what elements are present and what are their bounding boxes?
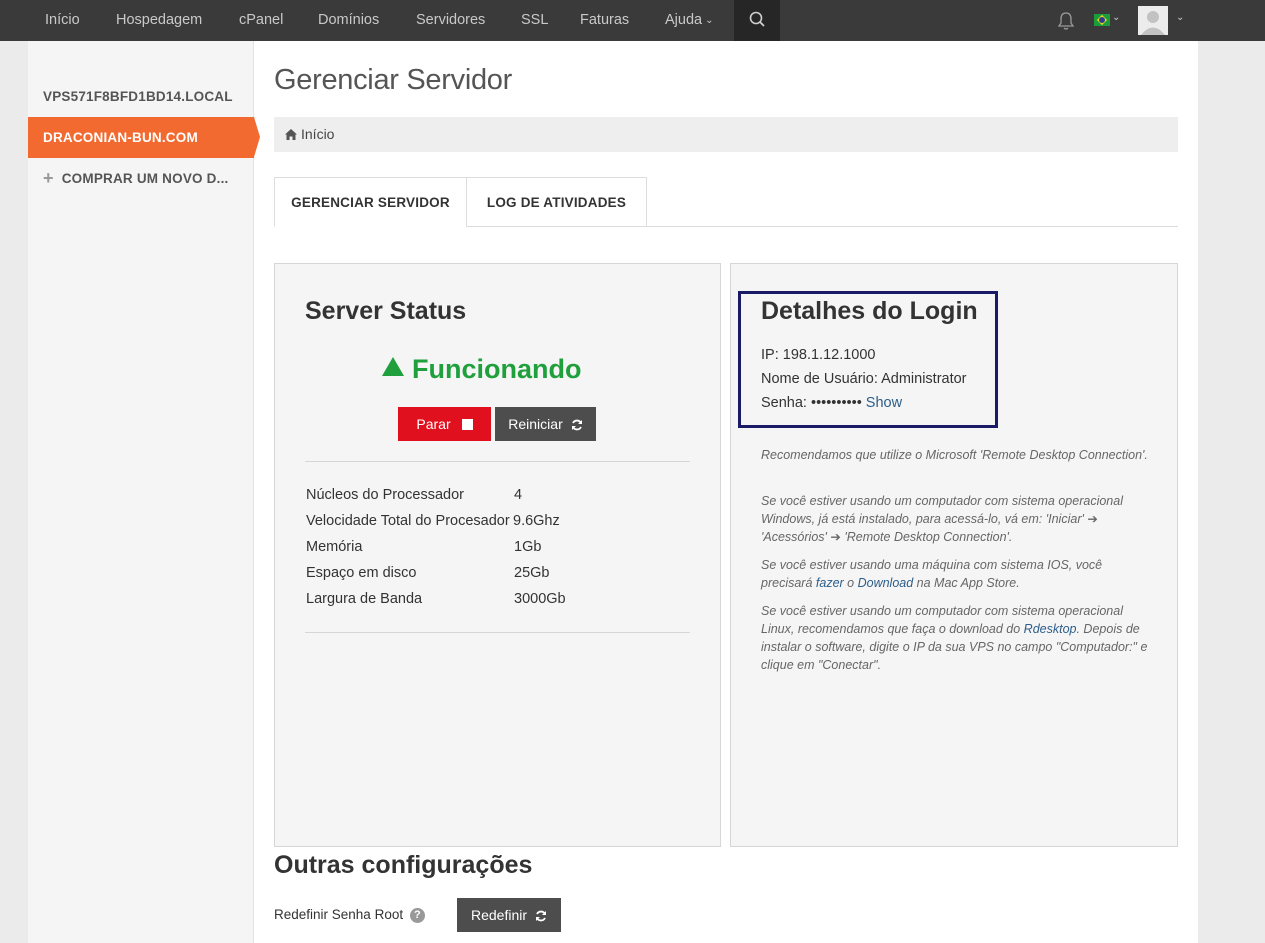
spec-label-cores: Núcleos do Processador (306, 487, 464, 503)
page-title: Gerenciar Servidor (274, 64, 512, 96)
nav-ssl[interactable]: SSL (521, 0, 548, 41)
info-text: o (843, 576, 858, 590)
server-status-heading: Server Status (305, 297, 467, 325)
login-username: Nome de Usuário: Administrator (761, 371, 967, 387)
breadcrumb-inicio[interactable]: Início (301, 126, 334, 142)
brazil-flag-icon[interactable] (1094, 14, 1110, 26)
nav-inicio[interactable]: Início (45, 0, 80, 41)
nav-faturas[interactable]: Faturas (580, 0, 629, 41)
login-password: Senha: •••••••••• Show (761, 395, 902, 411)
nav-cpanel[interactable]: cPanel (239, 0, 283, 41)
spec-value-speed: 9.6Ghz (513, 513, 560, 529)
search-icon (749, 11, 765, 27)
sidebar-item-label: DRACONIAN-BUN.COM (43, 130, 198, 145)
sidebar-item-label: COMPRAR UM NOVO D... (61, 171, 229, 186)
stop-button[interactable]: Parar (398, 407, 491, 441)
sidebar-item-comprar[interactable]: + COMPRAR UM NOVO D... (28, 158, 254, 199)
avatar[interactable] (1138, 6, 1168, 35)
triangle-up-icon (382, 357, 404, 376)
reset-button-label: Redefinir (470, 907, 528, 923)
ip-value: 198.1.12.1000 (782, 347, 876, 363)
nav-hospedagem[interactable]: Hospedagem (116, 0, 202, 41)
info-paragraph-1: Recomendamos que utilize o Microsoft 'Re… (761, 448, 1148, 462)
chevron-down-icon[interactable]: ⌄ (1112, 12, 1120, 23)
info-paragraph-3: Se você estiver usando uma máquina com s… (761, 556, 1153, 592)
chevron-down-icon: ⌄ (705, 15, 714, 26)
reboot-button[interactable]: Reiniciar (495, 407, 596, 441)
sidebar-item-draconian-bun[interactable]: DRACONIAN-BUN.COM (28, 117, 260, 158)
spec-label-speed: Velocidade Total do Procesador (306, 513, 510, 529)
sidebar-item-label: VPS571F8BFD1BD14.LOCAL (43, 89, 233, 104)
breadcrumb: Início (274, 117, 1178, 152)
download-link[interactable]: Download (858, 576, 914, 590)
spec-label-memory: Memória (306, 539, 363, 555)
divider (305, 461, 690, 462)
top-navbar: Início Hospedagem cPanel Domínios Servid… (0, 0, 1265, 41)
user-silhouette-icon (1141, 11, 1165, 35)
server-status-panel (274, 263, 721, 847)
nav-ajuda[interactable]: Ajuda ⌄ (665, 0, 713, 41)
spec-label-disk: Espaço em disco (306, 565, 417, 581)
stop-icon (461, 419, 473, 430)
password-mask: •••••••••• (811, 395, 862, 411)
password-label: Senha: (761, 395, 807, 411)
divider (305, 632, 690, 633)
nav-ajuda-label: Ajuda (665, 12, 703, 28)
spec-value-cores: 4 (514, 487, 523, 503)
info-paragraph-4: Se você estiver usando um computador com… (761, 602, 1153, 674)
server-status-indicator: Funcionando (382, 354, 581, 385)
status-text: Funcionando (412, 354, 582, 384)
stop-button-label: Parar (416, 416, 451, 432)
tab-log-atividades[interactable]: LOG DE ATIVIDADES (466, 177, 647, 227)
tab-gerenciar-servidor[interactable]: GERENCIAR SERVIDOR (274, 177, 467, 227)
home-icon (285, 129, 297, 140)
login-ip: IP: 198.1.12.1000 (761, 347, 876, 363)
ip-label: IP: (761, 347, 779, 363)
flag-circle (1099, 17, 1105, 23)
info-paragraph-2: Se você estiver usando um computador com… (761, 494, 1123, 544)
reset-root-label: Redefinir Senha Root ? (274, 907, 425, 923)
nav-servidores[interactable]: Servidores (416, 0, 485, 41)
sidebar-item-vps[interactable]: VPS571F8BFD1BD14.LOCAL (28, 76, 254, 117)
login-details-heading: Detalhes do Login (761, 297, 978, 325)
bell-icon[interactable] (1055, 10, 1077, 32)
refresh-icon (536, 910, 547, 922)
plus-icon: + (43, 168, 54, 188)
chevron-down-icon[interactable]: ⌄ (1176, 12, 1184, 23)
search-button[interactable] (734, 0, 780, 41)
refresh-icon (571, 419, 582, 431)
nav-dominios[interactable]: Domínios (318, 0, 379, 41)
spec-label-bandwidth: Largura de Banda (306, 591, 423, 607)
help-icon[interactable]: ? (409, 908, 425, 923)
reset-password-button[interactable]: Redefinir (457, 898, 561, 932)
username-value: Administrator (881, 371, 967, 387)
reset-root-text: Redefinir Senha Root (274, 907, 404, 922)
spec-value-memory: 1Gb (514, 539, 542, 555)
fazer-link[interactable]: fazer (816, 576, 844, 590)
spec-value-disk: 25Gb (514, 565, 550, 581)
spec-value-bandwidth: 3000Gb (514, 591, 566, 607)
show-password-link[interactable]: Show (866, 395, 902, 411)
other-settings-heading: Outras configurações (274, 851, 533, 879)
username-label: Nome de Usuário: (761, 371, 878, 387)
reboot-button-label: Reiniciar (508, 416, 563, 432)
rdesktop-link[interactable]: Rdesktop (1024, 622, 1077, 636)
info-text: na Mac App Store. (913, 576, 1020, 590)
